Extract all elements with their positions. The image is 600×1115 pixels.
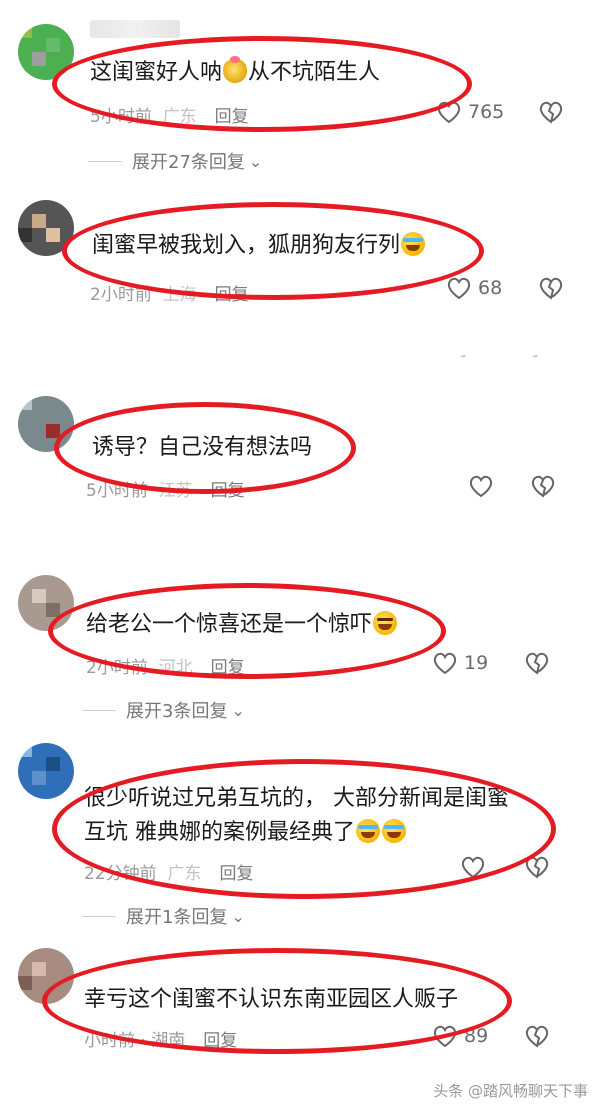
username-blurred[interactable] [90, 20, 180, 38]
stray-mark: - [460, 345, 467, 366]
dislike-button[interactable] [524, 1024, 550, 1048]
broken-heart-icon [539, 101, 563, 124]
broken-heart-icon [525, 652, 549, 675]
like-count: 19 [464, 652, 489, 674]
comment-text-line2: 互坑 雅典娜的案例最经典了 [84, 815, 407, 851]
like-button[interactable]: 765 [436, 100, 504, 124]
avatar[interactable] [18, 743, 74, 799]
comment-3: 诱导？自己没有想法吗 5小时前 江苏 回复 [0, 390, 600, 520]
comment-1: 这闺蜜好人呐 从不坑陌生人 5小时前 广东 回复 765 展开27条回复 ⌄ [0, 0, 600, 200]
reply-button[interactable]: 回复 [211, 481, 245, 501]
heart-icon [433, 652, 457, 675]
crying-emoji-icon [356, 819, 380, 843]
avatar[interactable] [18, 948, 74, 1004]
reply-button[interactable]: 回复 [219, 864, 253, 884]
comment-5: 很少听说过兄弟互坑的， 大部分新闻是闺蜜 互坑 雅典娜的案例最经典了 22分钟前… [0, 735, 600, 935]
like-count: 68 [478, 277, 503, 299]
chevron-down-icon: ⌄ [248, 151, 263, 171]
comment-meta: 2小时前 上海 回复 [90, 285, 249, 305]
reply-button[interactable]: 回复 [211, 658, 245, 678]
crying-emoji-icon [382, 819, 406, 843]
broken-heart-icon [531, 475, 555, 498]
heart-icon [447, 277, 471, 300]
heart-icon [461, 856, 485, 879]
comment-2: 闺蜜早被我划入，狐朋狗友行列 2小时前 上海 回复 68 [0, 190, 600, 330]
broken-heart-icon [525, 856, 549, 879]
like-count: 89 [464, 1025, 489, 1047]
like-count: 765 [468, 101, 505, 123]
comment-meta: 5小时前 广东 回复 [90, 107, 249, 127]
laughing-emoji-icon [373, 611, 398, 635]
comment-text: 这闺蜜好人呐 从不坑陌生人 [90, 56, 381, 85]
broken-heart-icon [539, 277, 563, 300]
watermark: 头条 @踏风畅聊天下事 [433, 1082, 588, 1100]
dislike-button[interactable] [530, 474, 556, 498]
avatar[interactable] [18, 396, 74, 452]
avatar[interactable] [18, 200, 74, 256]
comment-meta: 5小时前 江苏 回复 [86, 481, 245, 501]
like-button[interactable]: 89 [432, 1024, 488, 1048]
comment-text: 幸亏这个闺蜜不认识东南亚园区人贩子 [84, 987, 459, 1012]
expand-replies[interactable]: 展开3条回复 ⌄ [82, 697, 245, 723]
heart-icon [437, 101, 461, 124]
reply-button[interactable]: 回复 [215, 285, 249, 305]
reply-button[interactable]: 回复 [203, 1031, 237, 1051]
expand-replies[interactable]: 展开1条回复 ⌄ [82, 903, 245, 929]
dislike-button[interactable] [524, 855, 550, 879]
like-button[interactable]: 19 [432, 651, 488, 675]
crying-emoji-icon [401, 232, 426, 256]
like-button[interactable] [468, 474, 494, 498]
dislike-button[interactable] [538, 100, 564, 124]
expand-replies[interactable]: 展开27条回复 ⌄ [88, 148, 262, 174]
heart-icon [433, 1025, 457, 1048]
comment-text: 给老公一个惊喜还是一个惊吓 [86, 607, 398, 643]
avatar[interactable] [18, 24, 74, 80]
stray-mark: - [532, 345, 539, 366]
chevron-down-icon: ⌄ [231, 906, 245, 926]
comment-meta: 2小时前 河北 回复 [86, 658, 245, 678]
broken-heart-icon [525, 1025, 549, 1048]
like-button[interactable]: 68 [446, 276, 502, 300]
avatar[interactable] [18, 575, 74, 631]
heart-icon [469, 475, 493, 498]
dislike-button[interactable] [538, 276, 564, 300]
dislike-button[interactable] [524, 651, 550, 675]
chevron-down-icon: ⌄ [231, 700, 245, 720]
comment-text-line1: 很少听说过兄弟互坑的， 大部分新闻是闺蜜 [84, 786, 509, 811]
comment-meta: 小时前 · 湖南 回复 [84, 1031, 238, 1051]
comment-4: 给老公一个惊喜还是一个惊吓 2小时前 河北 回复 19 展开3条回复 ⌄ [0, 565, 600, 735]
like-button[interactable] [460, 855, 486, 879]
reply-button[interactable]: 回复 [215, 107, 249, 127]
money-bag-emoji-icon [223, 56, 248, 83]
comment-text: 闺蜜早被我划入，狐朋狗友行列 [92, 228, 426, 264]
comment-meta: 22分钟前 广东 回复 [84, 864, 254, 884]
comment-text: 诱导？自己没有想法吗 [92, 435, 313, 460]
comment-6: 幸亏这个闺蜜不认识东南亚园区人贩子 小时前 · 湖南 回复 89 [0, 940, 600, 1070]
